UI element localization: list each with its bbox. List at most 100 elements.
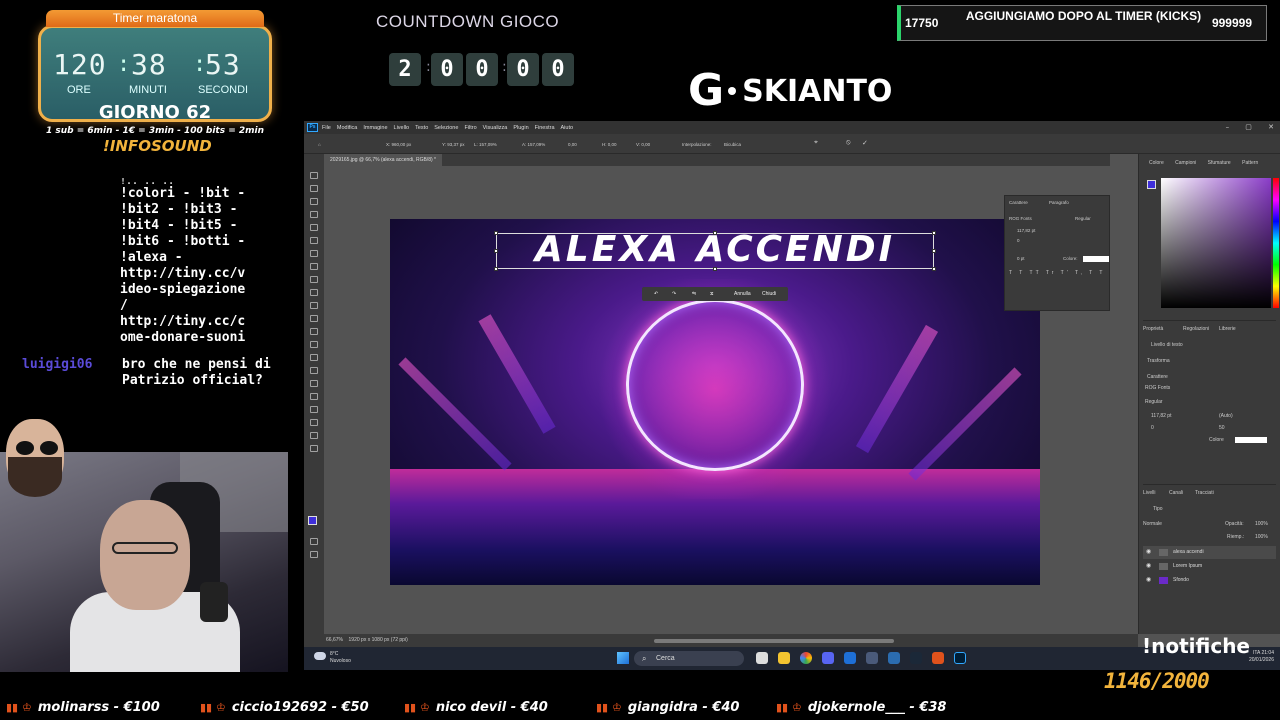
pen-tool-icon[interactable] [310, 367, 318, 374]
transform-handle[interactable] [494, 231, 498, 235]
quick-mask-icon[interactable] [310, 538, 318, 545]
lasso-tool-icon[interactable] [310, 198, 318, 205]
transform-handle[interactable] [494, 267, 498, 271]
foreground-color-swatch[interactable] [308, 516, 317, 525]
layer-row[interactable]: ◉ Lorem Ipsum [1143, 560, 1276, 573]
text-style-buttons[interactable]: T T TT Tr T' T, T T [1009, 270, 1106, 276]
quick-select-tool-icon[interactable] [310, 211, 318, 218]
transform-handle[interactable] [713, 231, 717, 235]
props-kerning[interactable]: 50 [1219, 425, 1225, 431]
color-picker-field[interactable] [1161, 178, 1271, 308]
discord-icon[interactable] [822, 652, 834, 664]
windows-start-icon[interactable] [617, 652, 629, 664]
transform-handle[interactable] [494, 249, 498, 253]
menu-file[interactable]: File [322, 125, 331, 131]
char-size[interactable]: 117,82 pt [1017, 228, 1035, 233]
props-color-swatch[interactable] [1235, 437, 1267, 443]
props-tracking[interactable]: 0 [1151, 425, 1154, 431]
layer-row[interactable]: ◉ alexa accendi [1143, 546, 1276, 559]
menu-immagine[interactable]: Immagine [363, 125, 387, 131]
opacity-value[interactable]: 100% [1255, 521, 1268, 527]
crop-tool-icon[interactable] [310, 224, 318, 231]
tab-regolazioni[interactable]: Regolazioni [1183, 326, 1209, 332]
app-icon[interactable] [844, 652, 856, 664]
settings-icon[interactable] [888, 652, 900, 664]
home-icon[interactable]: ⌂ [318, 142, 321, 147]
tab-librerie[interactable]: Librerie [1219, 326, 1236, 332]
steam-icon[interactable] [910, 652, 922, 664]
layer-search[interactable]: Tipo [1153, 506, 1163, 512]
menu-modifica[interactable]: Modifica [337, 125, 357, 131]
option-height[interactable]: A: 157,09% [522, 142, 545, 147]
tab-tracciati[interactable]: Tracciati [1195, 490, 1214, 496]
commit-transform-icon[interactable]: ✓ [862, 139, 868, 147]
char-tab[interactable]: Carattere [1009, 200, 1028, 205]
option-x[interactable]: X: 960,00 px [386, 142, 411, 147]
menu-selezione[interactable]: Selezione [434, 125, 458, 131]
visibility-eye-icon[interactable]: ◉ [1146, 546, 1151, 559]
redo-icon[interactable]: ↷ [672, 291, 676, 297]
chrome-icon[interactable] [800, 652, 812, 664]
interpolation-select[interactable]: Bicubica [724, 142, 741, 147]
text-tool-icon[interactable] [310, 380, 318, 387]
eyedropper-tool-icon[interactable] [310, 250, 318, 257]
fill-value[interactable]: 100% [1255, 534, 1268, 540]
paragraph-tab[interactable]: Paragrafo [1049, 200, 1069, 205]
shape-tool-icon[interactable] [310, 406, 318, 413]
menu-livello[interactable]: Livello [394, 125, 410, 131]
undo-icon[interactable]: ↶ [654, 291, 658, 297]
layer-row[interactable]: ◉ Sfondo [1143, 574, 1276, 587]
taskbar-search[interactable]: ⌕ Cerca [634, 651, 744, 666]
visibility-eye-icon[interactable]: ◉ [1146, 574, 1151, 587]
tab-canali[interactable]: Canali [1169, 490, 1183, 496]
tab-colore[interactable]: Colore [1149, 160, 1164, 166]
system-tray[interactable]: ITA 21:04 20/01/2026 [1249, 650, 1274, 664]
menu-aiuto[interactable]: Aiuto [561, 125, 574, 131]
warp-icon[interactable]: ⌖ [814, 139, 818, 147]
props-font[interactable]: ROG Fonts [1145, 385, 1170, 391]
option-h-skew[interactable]: H: 0,00 [602, 142, 617, 147]
transform-handle[interactable] [932, 231, 936, 235]
transform-bounding-box[interactable] [496, 233, 934, 269]
option-angle[interactable]: 0,00 [568, 142, 577, 147]
menu-visualizza[interactable]: Visualizza [483, 125, 508, 131]
app-icon[interactable] [932, 652, 944, 664]
visibility-eye-icon[interactable]: ◉ [1146, 560, 1151, 573]
photoshop-taskbar-icon[interactable] [954, 652, 966, 664]
stamp-tool-icon[interactable] [310, 289, 318, 296]
tab-proprieta[interactable]: Proprietà [1143, 326, 1163, 332]
skew-icon[interactable]: ⧖ [710, 291, 714, 297]
props-character[interactable]: Carattere [1147, 374, 1168, 380]
app-icon[interactable] [866, 652, 878, 664]
move-tool-icon[interactable] [310, 172, 318, 179]
eraser-tool-icon[interactable] [310, 315, 318, 322]
transform-handle[interactable] [932, 249, 936, 253]
tray-language[interactable]: ITA [1253, 650, 1260, 656]
props-transform[interactable]: Trasforma [1147, 358, 1170, 364]
cancel-button[interactable]: Annulla [734, 291, 751, 297]
menu-testo[interactable]: Testo [415, 125, 428, 131]
marquee-tool-icon[interactable] [310, 185, 318, 192]
transform-handle[interactable] [932, 267, 936, 271]
hue-slider[interactable] [1273, 178, 1279, 308]
blur-tool-icon[interactable] [310, 341, 318, 348]
path-select-tool-icon[interactable] [310, 393, 318, 400]
window-controls[interactable]: – ▢ ✕ [1226, 123, 1274, 131]
document-tab[interactable]: 2029165.jpg @ 66,7% (alexa accendi, RGB/… [324, 154, 442, 166]
more-tools-icon[interactable] [310, 445, 318, 452]
horizontal-scrollbar[interactable] [654, 639, 894, 643]
tab-campioni[interactable]: Campioni [1175, 160, 1196, 166]
gradient-tool-icon[interactable] [310, 328, 318, 335]
healing-tool-icon[interactable] [310, 263, 318, 270]
menu-plugin[interactable]: Plugin [513, 125, 528, 131]
menu-filtro[interactable]: Filtro [464, 125, 476, 131]
transform-handle[interactable] [713, 267, 717, 271]
tab-pattern[interactable]: Pattern [1242, 160, 1258, 166]
props-size[interactable]: 117,82 pt [1151, 413, 1171, 419]
char-color-swatch[interactable] [1083, 256, 1109, 262]
hand-tool-icon[interactable] [310, 419, 318, 426]
file-explorer-icon[interactable] [778, 652, 790, 664]
document-canvas[interactable]: ALEXA ACCENDI ↶ ↷ ⇋ ⧖ Annulla Chiudi [390, 219, 1040, 585]
brush-tool-icon[interactable] [310, 276, 318, 283]
option-y[interactable]: Y: 93,37 px [442, 142, 465, 147]
